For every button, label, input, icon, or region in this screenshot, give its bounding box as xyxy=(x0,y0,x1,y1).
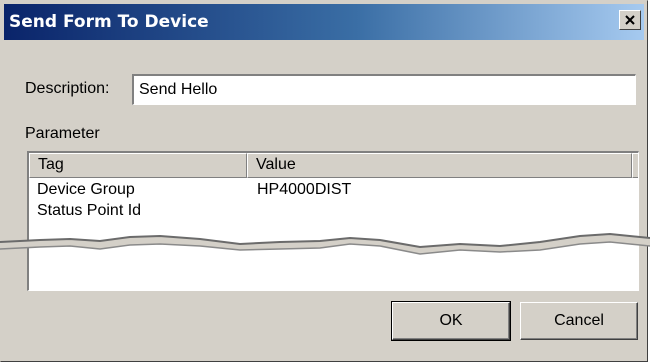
tag-cell: Device Group xyxy=(37,181,135,198)
cancel-button[interactable]: Cancel xyxy=(520,302,638,340)
column-header-filler xyxy=(632,153,638,178)
value-cell: HP4000DIST xyxy=(257,181,352,198)
list-header: Tag Value xyxy=(29,153,638,178)
tag-cell: Status Point Id xyxy=(37,202,142,219)
ok-button[interactable]: OK xyxy=(391,301,511,341)
table-row[interactable]: Status Point Id xyxy=(29,202,638,222)
parameter-list[interactable]: Tag Value Device Group HP4000DIST Status… xyxy=(27,151,639,291)
description-label: Description: xyxy=(25,80,110,97)
parameter-label: Parameter xyxy=(25,125,100,142)
column-header-tag[interactable]: Tag xyxy=(29,153,247,178)
close-icon xyxy=(625,15,635,25)
description-input[interactable] xyxy=(132,74,636,105)
send-form-dialog: Send Form To Device Description: Paramet… xyxy=(0,0,648,362)
title-bar: Send Form To Device xyxy=(4,4,644,40)
close-button[interactable] xyxy=(619,10,641,30)
table-row[interactable]: Device Group HP4000DIST xyxy=(29,181,638,201)
column-header-value[interactable]: Value xyxy=(247,153,632,178)
window-title: Send Form To Device xyxy=(9,12,209,32)
torn-edge-decoration xyxy=(0,232,650,255)
